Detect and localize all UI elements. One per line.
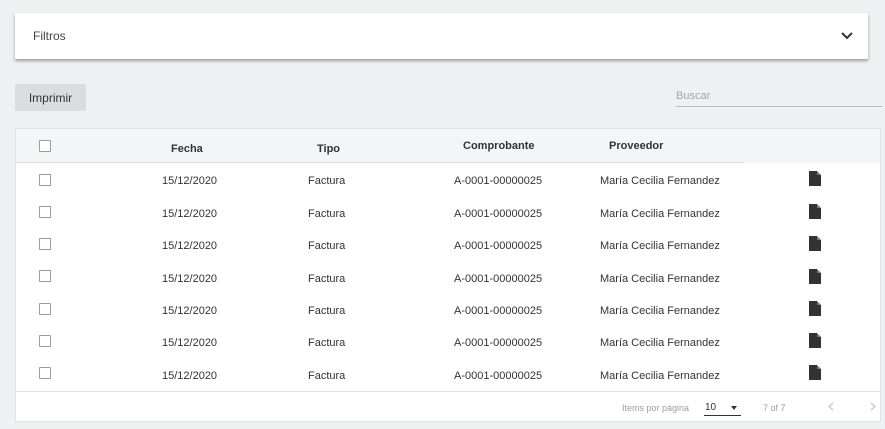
chevron-left-icon (828, 402, 834, 410)
cell-proveedor: María Cecilia Fernandez (600, 370, 720, 382)
row-checkbox[interactable] (39, 270, 51, 282)
cell-fecha: 15/12/2020 (162, 273, 218, 285)
column-header-comprobante[interactable]: Comprobante (463, 140, 535, 152)
cell-tipo: Factura (308, 337, 346, 349)
table-row[interactable]: 15/12/2020 Factura A-0001-00000025 María… (16, 228, 880, 260)
table-row[interactable]: 15/12/2020 Factura A-0001-00000025 María… (16, 293, 880, 325)
cell-tipo: Factura (308, 370, 346, 382)
cell-comprobante: A-0001-00000025 (454, 208, 543, 220)
row-checkbox[interactable] (39, 303, 51, 315)
cell-proveedor: María Cecilia Fernandez (600, 305, 720, 317)
cell-fecha: 15/12/2020 (162, 175, 218, 187)
table-row[interactable]: 15/12/2020 Factura A-0001-00000025 María… (16, 164, 880, 196)
table-row[interactable]: 15/12/2020 Factura A-0001-00000025 María… (16, 260, 880, 292)
row-checkbox[interactable] (39, 367, 51, 379)
row-checkbox[interactable] (39, 206, 51, 218)
row-checkbox[interactable] (39, 238, 51, 250)
table-row[interactable]: 15/12/2020 Factura A-0001-00000025 María… (16, 196, 880, 228)
header-divider (16, 162, 744, 163)
document-icon[interactable] (809, 269, 823, 284)
column-header-fecha[interactable]: Fecha (171, 143, 203, 155)
cell-comprobante: A-0001-00000025 (454, 175, 543, 187)
column-header-proveedor[interactable]: Proveedor (609, 140, 663, 152)
page-range-label: 7 of 7 (763, 403, 786, 413)
items-per-page-select[interactable]: 10 (704, 398, 741, 416)
caret-down-icon (731, 406, 737, 410)
table-row[interactable]: 15/12/2020 Factura A-0001-00000025 María… (16, 325, 880, 357)
cell-tipo: Factura (308, 240, 346, 252)
document-icon[interactable] (809, 171, 823, 186)
invoices-table: Fecha Tipo Comprobante Proveedor 15/12/2… (15, 128, 881, 422)
cell-comprobante: A-0001-00000025 (454, 240, 543, 252)
select-all-checkbox[interactable] (39, 140, 51, 152)
table-header: Fecha Tipo Comprobante Proveedor (16, 129, 880, 163)
cell-tipo: Factura (308, 273, 346, 285)
cell-comprobante: A-0001-00000025 (454, 370, 543, 382)
document-icon[interactable] (809, 204, 823, 219)
previous-page-button[interactable] (824, 399, 838, 413)
cell-comprobante: A-0001-00000025 (454, 305, 543, 317)
cell-proveedor: María Cecilia Fernandez (600, 175, 720, 187)
cell-tipo: Factura (308, 175, 346, 187)
print-button[interactable]: Imprimir (15, 84, 86, 111)
cell-fecha: 15/12/2020 (162, 305, 218, 317)
filters-panel[interactable]: Filtros (15, 13, 868, 59)
document-icon[interactable] (809, 365, 823, 380)
filters-title: Filtros (33, 29, 66, 43)
cell-fecha: 15/12/2020 (162, 337, 218, 349)
cell-fecha: 15/12/2020 (162, 240, 218, 252)
cell-comprobante: A-0001-00000025 (454, 273, 543, 285)
row-checkbox[interactable] (39, 174, 51, 186)
pagination-bar: Items por página 10 7 of 7 (16, 391, 880, 422)
document-icon[interactable] (809, 301, 823, 316)
items-per-page-value: 10 (705, 402, 717, 413)
chevron-right-icon (870, 402, 876, 410)
document-icon[interactable] (809, 236, 823, 251)
next-page-button[interactable] (866, 399, 880, 413)
cell-comprobante: A-0001-00000025 (454, 337, 543, 349)
row-checkbox[interactable] (39, 335, 51, 347)
cell-tipo: Factura (308, 208, 346, 220)
search-field (676, 86, 882, 107)
cell-proveedor: María Cecilia Fernandez (600, 208, 720, 220)
items-per-page-label: Items por página (622, 403, 690, 413)
column-header-tipo[interactable]: Tipo (317, 143, 340, 155)
chevron-down-icon[interactable] (838, 27, 856, 45)
cell-proveedor: María Cecilia Fernandez (600, 337, 720, 349)
table-row[interactable]: 15/12/2020 Factura A-0001-00000025 María… (16, 357, 880, 389)
cell-tipo: Factura (308, 305, 346, 317)
cell-proveedor: María Cecilia Fernandez (600, 240, 720, 252)
document-icon[interactable] (809, 333, 823, 348)
search-input[interactable] (676, 86, 882, 106)
cell-fecha: 15/12/2020 (162, 370, 218, 382)
cell-proveedor: María Cecilia Fernandez (600, 273, 720, 285)
cell-fecha: 15/12/2020 (162, 208, 218, 220)
